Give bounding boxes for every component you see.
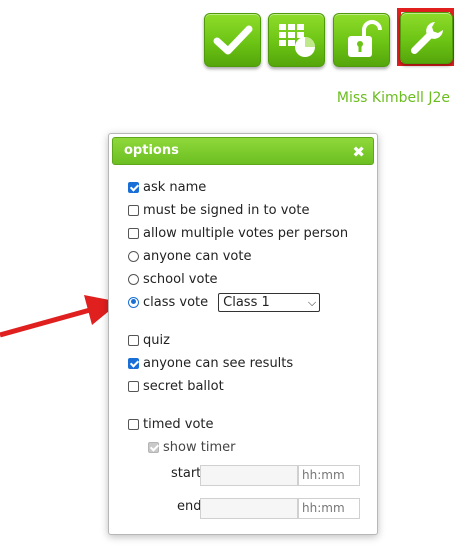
- options-dialog: options ✖ ask name must be signed in to …: [108, 133, 378, 535]
- signed-in-label: must be signed in to vote: [143, 202, 310, 218]
- timed-vote-checkbox[interactable]: [128, 418, 139, 430]
- signed-in-option[interactable]: must be signed in to vote: [128, 201, 309, 219]
- secret-ballot-label: secret ballot: [143, 378, 224, 394]
- ask-name-option[interactable]: ask name: [128, 178, 206, 196]
- timed-vote-label: timed vote: [143, 416, 214, 432]
- quiz-label: quiz: [143, 332, 170, 348]
- ask-name-label: ask name: [143, 179, 207, 195]
- end-label: end: [177, 499, 202, 514]
- multiple-votes-label: allow multiple votes per person: [143, 225, 349, 241]
- multiple-votes-checkbox[interactable]: [128, 227, 139, 239]
- class-vote-radio[interactable]: [128, 296, 139, 308]
- show-timer-option: show timer: [148, 438, 235, 456]
- see-results-label: anyone can see results: [143, 355, 294, 371]
- anyone-can-vote-option[interactable]: anyone can vote: [128, 247, 251, 265]
- anyone-can-vote-radio[interactable]: [128, 250, 139, 262]
- quiz-checkbox[interactable]: [128, 334, 139, 346]
- close-icon[interactable]: ✖: [352, 139, 365, 165]
- see-results-option[interactable]: anyone can see results: [128, 354, 293, 372]
- school-vote-label: school vote: [143, 271, 218, 287]
- show-timer-checkbox: [148, 441, 159, 453]
- checkmark-icon: [213, 25, 252, 55]
- secret-ballot-option[interactable]: secret ballot: [128, 377, 224, 395]
- unlock-icon: [347, 20, 382, 57]
- ask-name-checkbox[interactable]: [128, 181, 139, 193]
- start-unit-field[interactable]: hh:mm: [298, 465, 360, 486]
- see-results-checkbox[interactable]: [128, 357, 139, 369]
- wrench-icon: [410, 22, 443, 55]
- results-tile-button[interactable]: [268, 13, 325, 67]
- settings-tile-button[interactable]: [400, 12, 453, 64]
- multiple-votes-option[interactable]: allow multiple votes per person: [128, 224, 348, 242]
- end-time-input[interactable]: [200, 498, 298, 519]
- unlock-tile-button[interactable]: [333, 13, 390, 67]
- school-vote-radio[interactable]: [128, 273, 139, 285]
- results-chart-icon: [278, 24, 315, 57]
- checkmark-tile-button[interactable]: [204, 13, 261, 67]
- start-label: start: [171, 466, 202, 481]
- start-time-input[interactable]: [200, 465, 298, 486]
- dialog-title: options: [124, 143, 179, 158]
- teacher-class-label: Miss Kimbell J2e: [336, 90, 450, 106]
- end-unit-field[interactable]: hh:mm: [298, 498, 360, 519]
- secret-ballot-checkbox[interactable]: [128, 380, 139, 392]
- class-vote-label: class vote: [143, 294, 209, 310]
- class-vote-option[interactable]: class vote Class 1 ⌵: [128, 292, 321, 312]
- timed-vote-option[interactable]: timed vote: [128, 415, 214, 433]
- signed-in-checkbox[interactable]: [128, 204, 139, 216]
- chevron-down-icon: ⌵: [307, 295, 317, 309]
- red-arrow-annotation: [0, 295, 120, 338]
- class-select-value: Class 1: [223, 294, 270, 310]
- anyone-can-vote-label: anyone can vote: [143, 248, 252, 264]
- quiz-option[interactable]: quiz: [128, 331, 170, 349]
- class-select[interactable]: Class 1 ⌵: [218, 292, 321, 312]
- school-vote-option[interactable]: school vote: [128, 270, 218, 288]
- show-timer-label: show timer: [163, 439, 236, 455]
- dialog-titlebar[interactable]: options ✖: [112, 137, 374, 165]
